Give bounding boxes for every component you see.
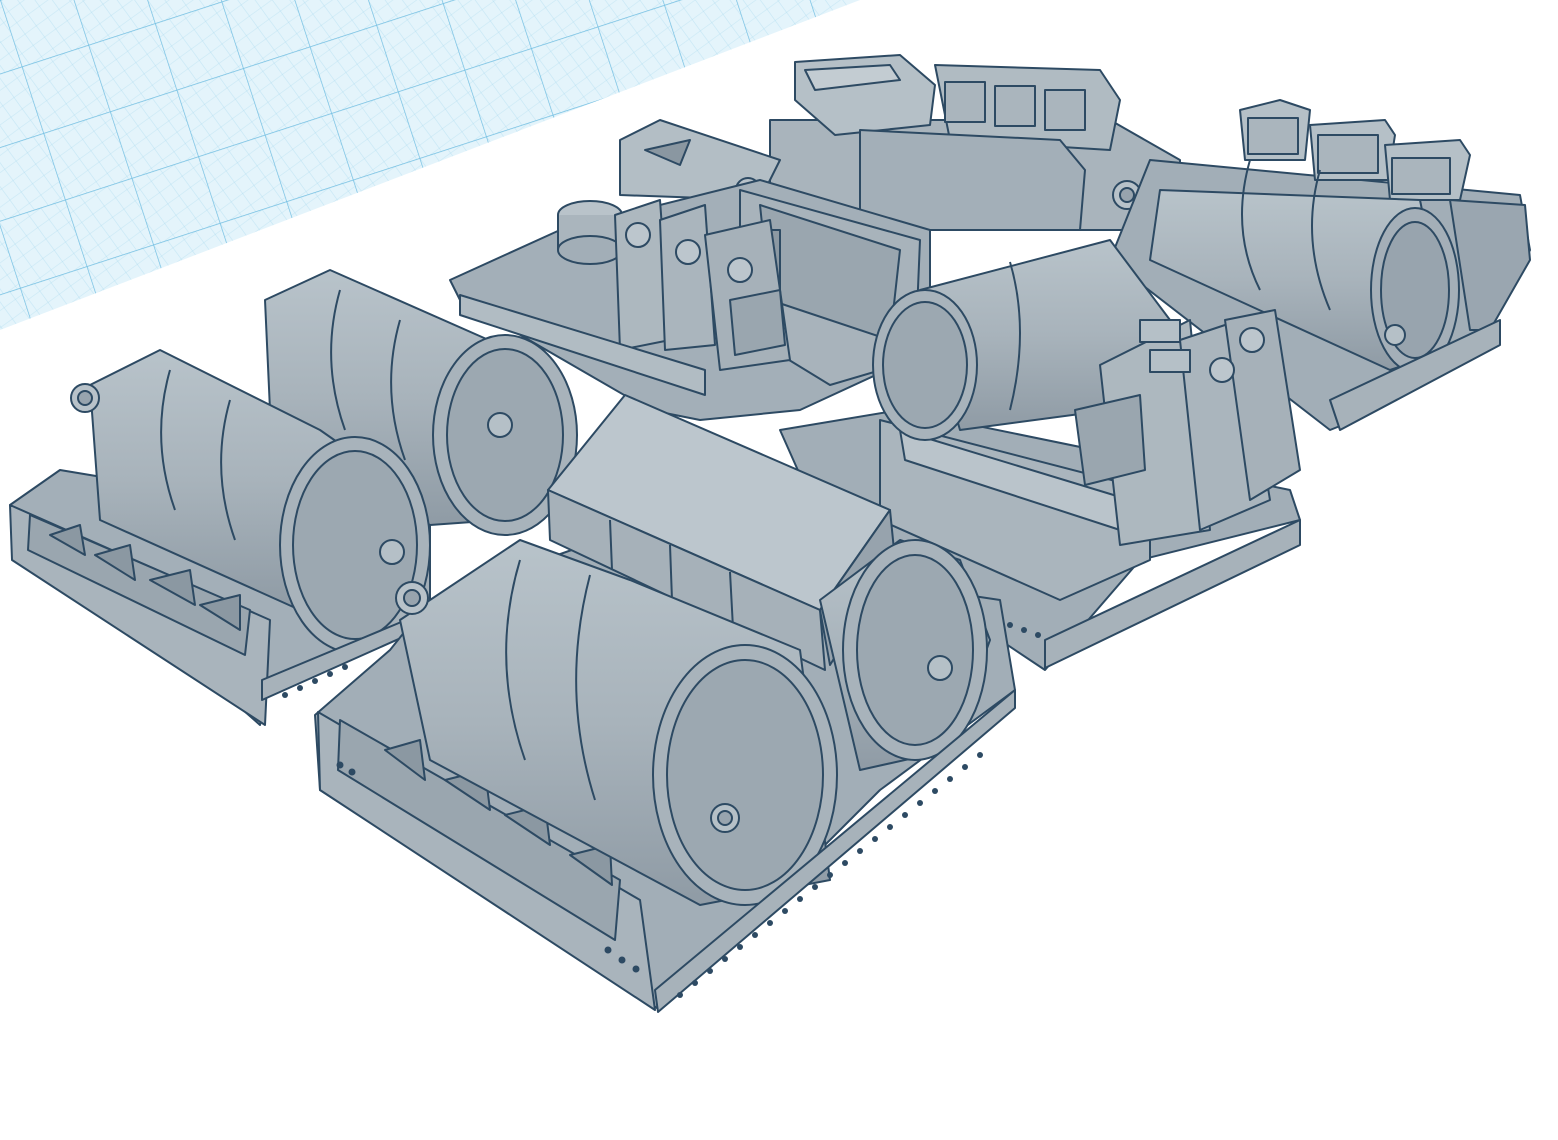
3d-viewport[interactable]	[0, 0, 1558, 1140]
jerrycan-group[interactable]	[614, 199, 791, 371]
viewport-canvas[interactable]	[0, 0, 1558, 1140]
